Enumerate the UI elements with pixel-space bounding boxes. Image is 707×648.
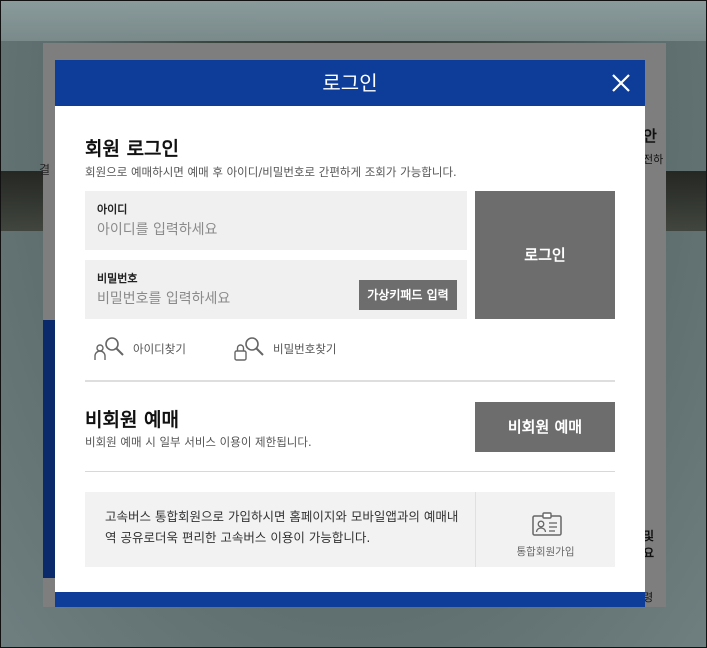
- login-button[interactable]: 로그인: [475, 191, 615, 319]
- membership-banner: 고속버스 통합회원으로 가입하시면 홈페이지와 모바일앱과의 예매내역 공유로더…: [85, 492, 615, 567]
- login-modal: 로그인 회원 로그인 회원으로 예매하시면 예매 후 아이디/비밀번호로 간편하…: [55, 60, 645, 607]
- virtual-keypad-button[interactable]: 가상키패드 입력: [359, 280, 457, 310]
- membership-text: 고속버스 통합회원으로 가입하시면 홈페이지와 모바일앱과의 예매내역 공유로더…: [105, 509, 459, 545]
- password-input[interactable]: [97, 288, 347, 310]
- join-membership-label: 통합회원가입: [516, 546, 575, 558]
- page-background: 결 안 전하 및 요 령 로그인 회원 로그인 회원으로 예매하시면 예매 후 …: [0, 0, 707, 648]
- modal-header: 로그인: [55, 60, 645, 106]
- modal-title: 로그인: [322, 71, 378, 95]
- id-card-icon: [532, 512, 562, 536]
- modal-bottom-bar: [55, 592, 645, 607]
- find-id-icon: [94, 337, 124, 360]
- find-password-link[interactable]: 비밀번호찾기: [233, 336, 336, 362]
- id-field[interactable]: 아이디: [85, 191, 467, 250]
- underlying-text-left: 결: [39, 163, 51, 177]
- find-id-label: 아이디찾기: [133, 342, 186, 356]
- find-password-label: 비밀번호찾기: [273, 342, 337, 356]
- password-field[interactable]: 비밀번호 가상키패드 입력: [85, 260, 467, 319]
- section-divider-2: [85, 471, 615, 472]
- password-field-label: 비밀번호: [97, 272, 138, 285]
- close-icon: [612, 74, 630, 92]
- underlying-bold-right: 및 요: [643, 529, 655, 560]
- guest-description: 비회원 예매 시 일부 서비스 이용이 제한됩니다.: [85, 435, 312, 449]
- guest-title: 비회원 예매: [85, 409, 180, 431]
- join-membership-button[interactable]: 통합회원가입: [476, 492, 615, 567]
- find-id-link[interactable]: 아이디찾기: [93, 336, 186, 362]
- underlying-sub-right: 전하: [643, 153, 664, 166]
- close-button[interactable]: [607, 69, 635, 97]
- member-login-title: 회원 로그인: [85, 138, 180, 160]
- background-top: [1, 1, 706, 41]
- underlying-title-right: 안: [643, 127, 657, 145]
- section-divider: [85, 380, 615, 382]
- underlying-blue-panel: [43, 320, 55, 578]
- guest-booking-button[interactable]: 비회원 예매: [475, 402, 615, 452]
- find-password-icon: [234, 337, 264, 361]
- id-input[interactable]: [97, 219, 347, 241]
- id-field-label: 아이디: [97, 203, 128, 216]
- member-login-description: 회원으로 예매하시면 예매 후 아이디/비밀번호로 간편하게 조회가 가능합니다…: [85, 165, 457, 179]
